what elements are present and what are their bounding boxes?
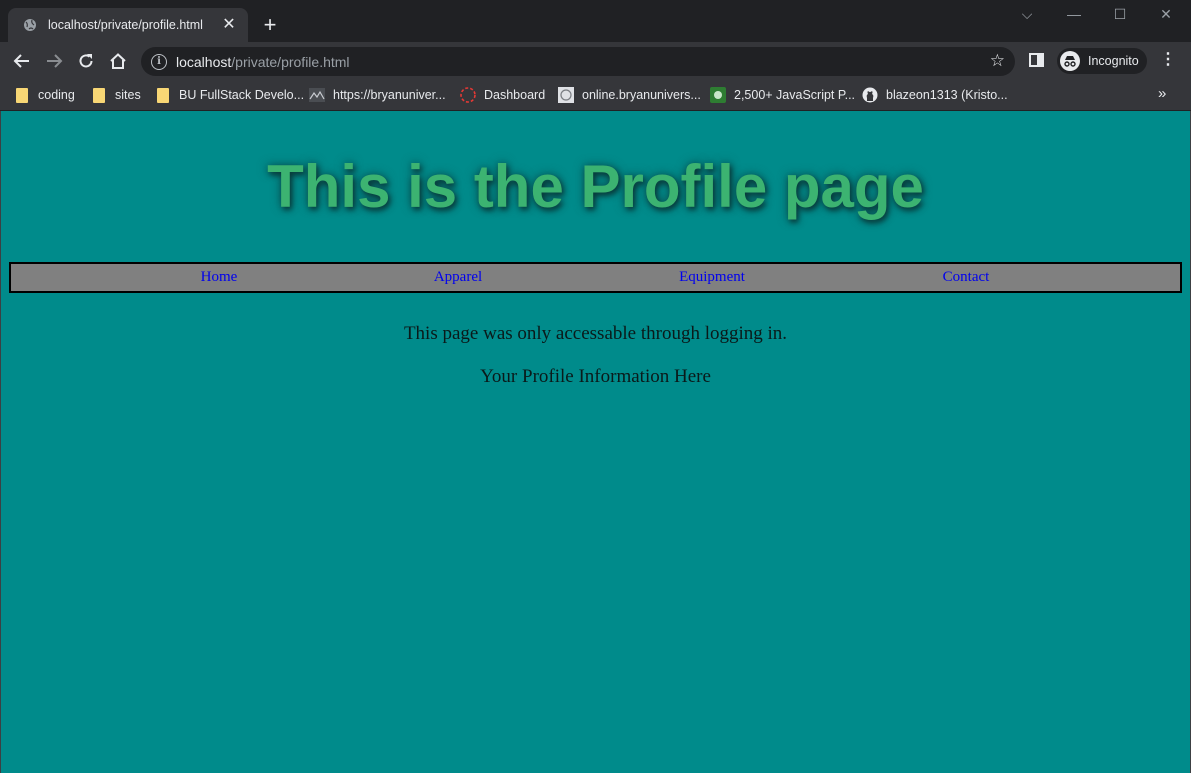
site-info-icon[interactable]: i [151, 53, 167, 70]
nav-link-apparel[interactable]: Apparel [434, 269, 482, 286]
tab-strip: localhost/private/profile.html ✕ + ⌵ — ☐… [0, 0, 1191, 42]
browser-toolbar: i localhost/private/profile.html ☆ Incog… [0, 42, 1191, 80]
folder-icon [155, 87, 171, 103]
bookmark-item[interactable]: https://bryanuniver... [309, 85, 446, 105]
bookmark-label: sites [115, 88, 141, 102]
folder-icon [91, 87, 107, 103]
bookmark-label: 2,500+ JavaScript P... [734, 88, 856, 102]
page-title: This is the Profile page [267, 153, 924, 220]
menu-icon[interactable]: ⋮ [1160, 50, 1176, 70]
bookmark-item[interactable]: sites [91, 85, 141, 105]
site-favicon [309, 87, 325, 103]
window-close-icon[interactable]: ✕ [1154, 6, 1178, 23]
bookmarks-bar: coding sites BU FullStack Develo... http… [0, 80, 1191, 111]
nav-bar: Home Apparel Equipment Contact [9, 262, 1182, 293]
bookmark-item[interactable]: Dashboard [460, 85, 545, 105]
incognito-label: Incognito [1088, 54, 1139, 68]
github-icon [862, 87, 878, 103]
side-panel-icon[interactable] [1029, 53, 1044, 67]
url-host: localhost [176, 53, 232, 70]
nav-link-equipment[interactable]: Equipment [679, 269, 745, 286]
login-message: This page was only accessable through lo… [403, 323, 788, 344]
url-path: /private/profile.html [231, 53, 350, 70]
incognito-icon [1060, 51, 1080, 71]
bookmark-label: BU FullStack Develo... [179, 88, 305, 102]
bookmark-label: https://bryanuniver... [333, 88, 446, 102]
address-bar[interactable]: i localhost/private/profile.html ☆ [141, 47, 1015, 76]
nav-link-contact[interactable]: Contact [943, 269, 990, 286]
bookmark-item[interactable]: 2,500+ JavaScript P... [710, 85, 855, 105]
bookmark-label: blazeon1313 (Kristo... [886, 88, 1008, 102]
minimize-icon[interactable]: — [1062, 6, 1086, 22]
forward-icon[interactable] [42, 49, 66, 73]
bookmarks-overflow-icon[interactable]: » [1158, 85, 1166, 102]
dashboard-favicon [460, 87, 476, 103]
bookmark-item[interactable]: coding [14, 85, 75, 105]
browser-tab[interactable]: localhost/private/profile.html ✕ [8, 8, 248, 42]
incognito-button[interactable]: Incognito [1057, 48, 1147, 74]
bookmark-star-icon[interactable]: ☆ [990, 52, 1005, 70]
folder-icon [14, 87, 30, 103]
new-tab-icon[interactable]: + [258, 14, 282, 38]
tab-title: localhost/private/profile.html [48, 18, 203, 32]
reload-icon[interactable] [74, 49, 98, 73]
bookmark-item[interactable]: blazeon1313 (Kristo... [862, 85, 1008, 105]
maximize-icon[interactable]: ☐ [1108, 6, 1132, 23]
nav-link-home[interactable]: Home [201, 269, 238, 286]
bookmark-label: online.bryanunivers... [582, 88, 701, 102]
close-tab-icon[interactable]: ✕ [220, 16, 238, 34]
tab-search-icon[interactable]: ⌵ [1015, 6, 1039, 23]
back-icon[interactable] [10, 49, 34, 73]
bookmark-item[interactable]: BU FullStack Develo... [155, 85, 304, 105]
bookmark-label: coding [38, 88, 75, 102]
site-favicon [710, 87, 726, 103]
home-icon[interactable] [106, 49, 130, 73]
bookmark-label: Dashboard [484, 88, 546, 102]
bookmark-item[interactable]: online.bryanunivers... [558, 85, 701, 105]
site-favicon [558, 87, 574, 103]
globe-icon [22, 17, 38, 33]
profile-info: Your Profile Information Here [480, 366, 711, 387]
page-viewport: This is the Profile page Home Apparel Eq… [0, 111, 1191, 773]
